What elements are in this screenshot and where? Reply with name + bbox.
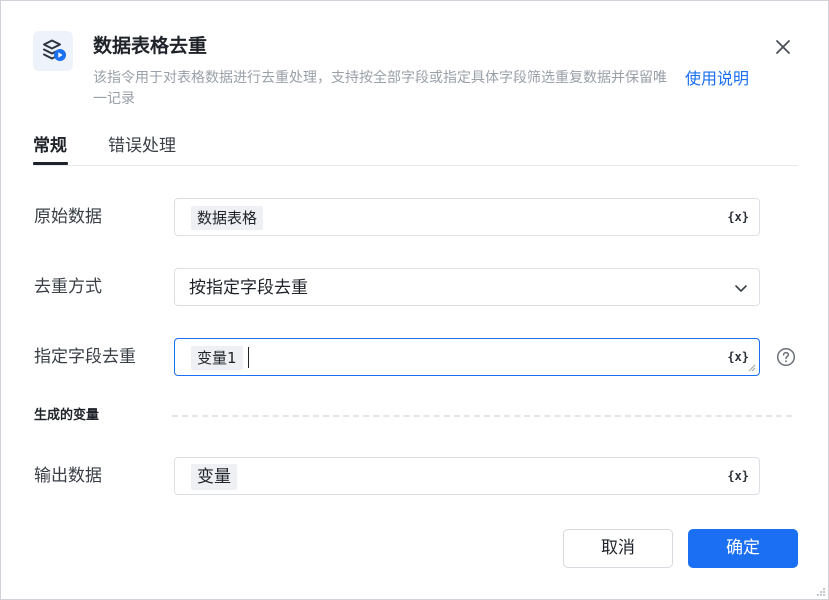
chevron-down-icon (733, 280, 749, 296)
tab-bar: 常规 错误处理 (33, 131, 798, 166)
output-data-label: 输出数据 (34, 466, 102, 486)
resize-grip-icon[interactable] (748, 364, 756, 372)
generated-variables-title: 生成的变量 (34, 408, 100, 423)
specified-fields-tag: 变量1 (191, 346, 243, 370)
source-data-input[interactable]: 数据表格 {x} (174, 198, 760, 236)
dedupe-table-icon (33, 31, 73, 71)
output-data-tag: 变量 (191, 464, 237, 490)
close-icon (776, 40, 790, 54)
dedupe-method-value: 按指定字段去重 (189, 278, 308, 298)
output-data-input[interactable]: 变量 {x} (174, 457, 760, 495)
insert-variable-button[interactable]: {x} (727, 349, 749, 365)
source-data-tag: 数据表格 (191, 206, 264, 230)
specified-fields-input[interactable]: 变量1 {x} (174, 338, 760, 376)
text-caret (248, 347, 249, 368)
section-divider (172, 415, 792, 417)
tab-active-indicator (33, 162, 68, 165)
specified-fields-label: 指定字段去重 (34, 347, 136, 367)
cancel-button[interactable]: 取消 (563, 529, 673, 568)
dedupe-method-select[interactable]: 按指定字段去重 (174, 268, 760, 306)
dedupe-method-label: 去重方式 (34, 277, 102, 297)
tab-general[interactable]: 常规 (33, 133, 67, 159)
insert-variable-button[interactable]: {x} (727, 468, 749, 484)
dialog-description: 该指令用于对表格数据进行去重处理，支持按全部字段或指定具体字段筛选重复数据并保留… (93, 70, 667, 107)
dialog-resize-icon[interactable] (814, 585, 826, 597)
close-button[interactable] (771, 35, 795, 59)
dedupe-dialog: 数据表格去重 该指令用于对表格数据进行去重处理，支持按全部字段或指定具体字段筛选… (0, 0, 829, 600)
tab-error-handling[interactable]: 错误处理 (108, 133, 176, 159)
dialog-title: 数据表格去重 (93, 35, 208, 57)
confirm-button[interactable]: 确定 (688, 529, 798, 568)
source-data-label: 原始数据 (34, 207, 102, 227)
help-link[interactable]: 使用说明 (685, 67, 749, 91)
insert-variable-button[interactable]: {x} (727, 209, 749, 225)
question-icon[interactable] (776, 347, 796, 367)
